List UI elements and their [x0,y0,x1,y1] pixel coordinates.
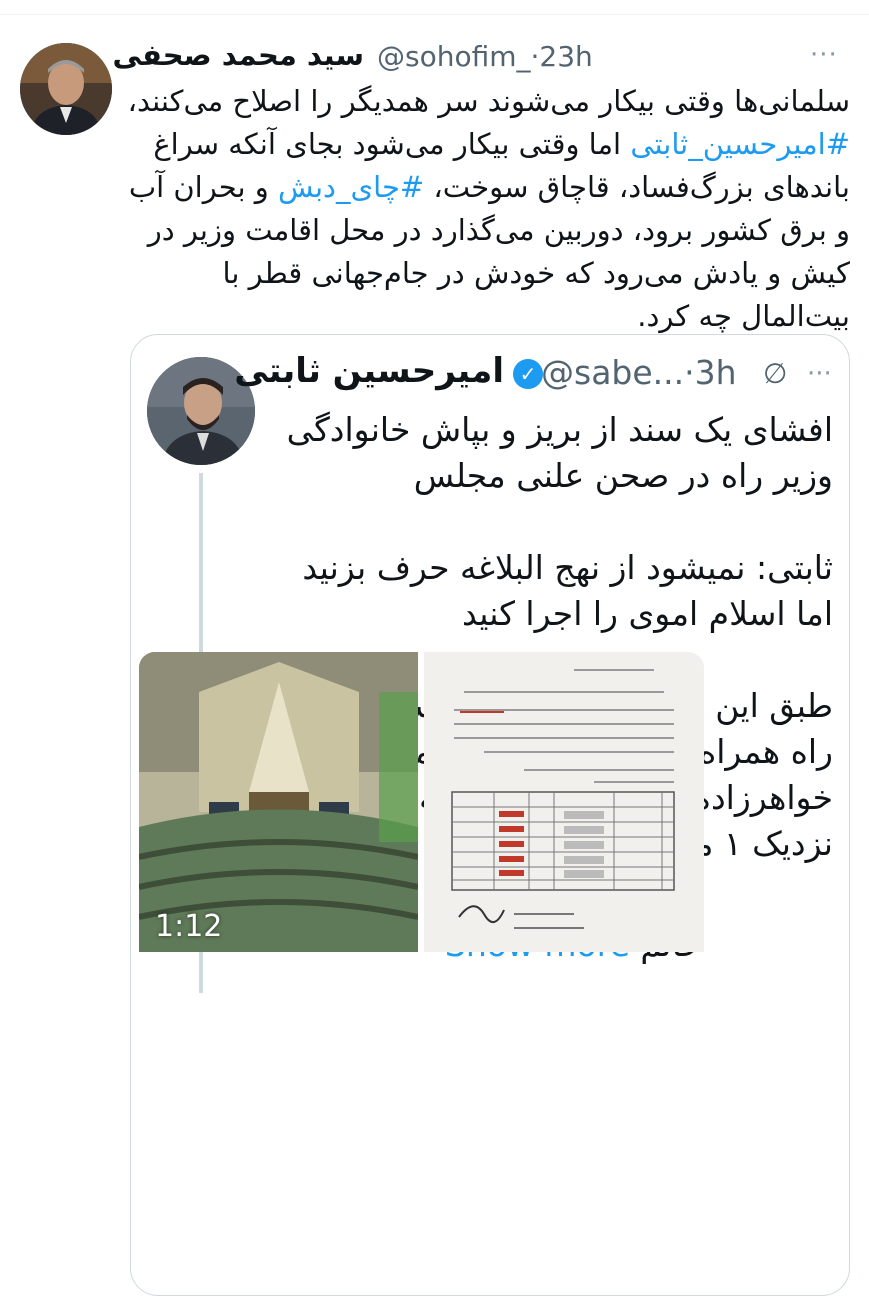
muted-icon: ∅ [763,357,788,390]
tweet-line-3-text: باندهای بزرگ‌فساد، قاچاق سوخت، [433,170,850,204]
quoted-line: افشای یک سند از بریز و بپاش خانوادگی [286,410,833,449]
tweet-line-6: بیت‌المال چه کرد. [637,299,850,333]
author-handle-time[interactable]: @sohofim_·23h [377,40,593,73]
author-avatar[interactable] [20,43,112,135]
quoted-time[interactable]: 3h [695,353,737,392]
author-avatar-image [20,43,112,135]
author-handle[interactable]: @sohofim_ [377,40,531,73]
quoted-line: اما اسلام اموی را اجرا کنید [461,594,833,633]
parliament-video-image [139,652,418,952]
author-name[interactable]: سید محمد صحفی [113,38,364,72]
video-duration: 1:12 [155,909,223,944]
more-options-icon[interactable]: ··· [810,40,838,70]
tweet-line-4: و برق کشور برود، دوربین می‌گذارد در محل … [147,213,850,247]
video-thumbnail[interactable]: 1:12 [139,652,418,952]
quoted-handle[interactable]: @sabe... [541,353,684,392]
tweet-line-3: باندهای بزرگ‌فساد، قاچاق سوخت، #چای_دبش … [128,166,850,209]
hashtag-link[interactable]: #چای_دبش [278,170,424,204]
tweet-line-2-text: اما وقتی بیکار می‌شود بجای آنکه سراغ [153,127,622,161]
tweet-line-3-end: و بحران آب [128,170,269,204]
hashtag-link[interactable]: #امیرحسین_ثابتی [630,127,850,161]
document-scan-image [424,652,704,952]
tweet-text: سلمانی‌ها وقتی بیکار می‌شوند سر همدیگر ر… [127,80,851,338]
quoted-more-options-icon[interactable]: ··· [807,359,832,389]
top-divider [0,14,869,15]
tweet-line-1: سلمانی‌ها وقتی بیکار می‌شوند سر همدیگر ر… [127,84,850,118]
tweet-time[interactable]: 23h [539,40,592,73]
tweet-line-2: #امیرحسین_ثابتی اما وقتی بیکار می‌شود بج… [130,123,850,166]
quoted-line: وزیر راه در صحن علنی مجلس [413,456,833,495]
document-image[interactable] [424,652,704,952]
quoted-author-name[interactable]: امیرحسین ثابتی [234,351,504,391]
verified-badge-icon: ✓ [513,359,543,389]
quoted-line: ثابتی: نمیشود از نهج البلاغه حرف بزنید [302,548,833,587]
quoted-handle-time[interactable]: @sabe...·3h [541,353,737,392]
tweet-line-5: کیش و یادش می‌رود که خودش در جام‌جهانی ق… [222,256,851,290]
